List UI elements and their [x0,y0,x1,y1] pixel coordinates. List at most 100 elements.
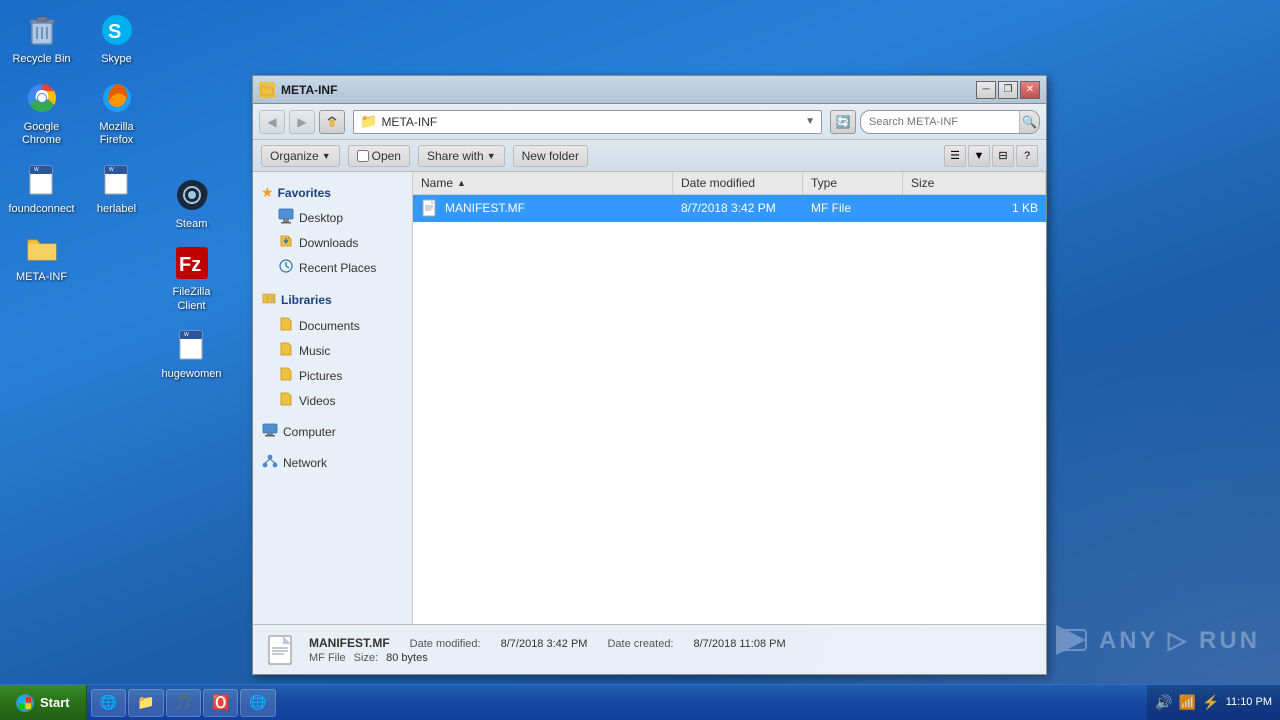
filezilla-label: FileZilla Client [158,286,225,312]
view-list-button[interactable]: ☰ [944,145,966,167]
recent-places-nav-icon [277,258,295,277]
network-nav-label: Network [283,456,327,470]
view-dropdown-button[interactable]: ▼ [968,145,990,167]
desktop-icon-skype[interactable]: S Skype [79,4,154,72]
desktop-icon-foundconnect[interactable]: W foundconnect [4,154,79,222]
start-button[interactable]: Start [0,685,87,720]
libraries-section[interactable]: Libraries [253,286,412,313]
status-info: MANIFEST.MF Date modified: 8/7/2018 3:42… [309,636,786,664]
steam-label: Steam [176,218,208,231]
firefox-label: Mozilla Firefox [83,121,150,147]
desktop-icon-firefox[interactable]: Mozilla Firefox [79,72,154,153]
status-date-created-value: 8/7/2018 11:08 PM [694,638,786,650]
column-header-date[interactable]: Date modified [673,172,803,194]
address-text: META-INF [381,115,801,129]
sidebar-item-videos[interactable]: Videos [253,388,412,413]
desktop-icon-hugewomen[interactable]: W hugewomen [154,319,229,387]
address-dropdown-arrow[interactable]: ▼ [805,116,815,127]
status-size-label: Size: [354,652,378,664]
favorites-icon: ★ [261,184,274,201]
sidebar-item-pictures[interactable]: Pictures [253,363,412,388]
favorites-section[interactable]: ★ Favorites [253,180,412,205]
help-button[interactable]: ? [1016,145,1038,167]
file-row-manifest[interactable]: MANIFEST.MF 8/7/2018 3:42 PM MF File 1 K… [413,195,1046,222]
taskbar-chrome[interactable]: 🌐 [240,689,275,717]
open-button[interactable]: Open [348,145,410,167]
desktop-icon-steam-visible[interactable]: Steam [154,169,229,237]
column-header-name[interactable]: Name ▲ [413,172,673,194]
tray-icon-1[interactable]: 🔊 [1155,694,1172,711]
share-dropdown-icon: ▼ [487,151,496,161]
hugewomen-label: hugewomen [162,368,222,381]
taskbar: Start 🌐 📁 🎵 🅾️ 🌐 🔊 📶 ⚡ 11:10 [0,684,1280,720]
herlabel-label: herlabel [97,203,136,216]
desktop-icon-filezilla[interactable]: Fz FileZilla Client [154,237,229,318]
content-area: ★ Favorites Desktop [253,172,1046,624]
documents-nav-icon [277,316,295,335]
desktop-icon-recycle-bin[interactable]: Recycle Bin [4,4,79,72]
manifest-filename: MANIFEST.MF [445,201,525,215]
new-folder-button[interactable]: New folder [513,145,588,167]
sidebar-item-downloads[interactable]: Downloads [253,230,412,255]
status-filename: MANIFEST.MF [309,636,390,650]
back-button[interactable]: ◀ [259,110,285,134]
title-bar-buttons: ─ ❐ ✕ [976,81,1040,99]
column-header-size[interactable]: Size [903,172,1046,194]
share-with-button[interactable]: Share with ▼ [418,145,505,167]
herlabel-icon: W [97,160,137,200]
status-file-icon [265,634,297,666]
restore-button[interactable]: ❐ [998,81,1018,99]
organize-button[interactable]: Organize ▼ [261,145,340,167]
up-button[interactable] [319,110,345,134]
manifest-type: MF File [803,197,903,219]
view-preview-button[interactable]: ⊟ [992,145,1014,167]
search-button[interactable]: 🔍 [1019,111,1039,133]
taskbar-opera[interactable]: 🅾️ [203,689,238,717]
open-checkbox[interactable] [357,150,369,162]
taskbar-explorer[interactable]: 📁 [128,689,163,717]
status-bar: MANIFEST.MF Date modified: 8/7/2018 3:42… [253,624,1046,674]
file-list-area: Name ▲ Date modified Type Size [413,172,1046,624]
recycle-bin-label: Recycle Bin [12,53,70,66]
desktop-icon-meta-inf[interactable]: META-INF [4,222,79,290]
taskbar-media[interactable]: 🎵 [166,689,201,717]
close-button[interactable]: ✕ [1020,81,1040,99]
sidebar-item-network[interactable]: Network [253,450,412,475]
status-size-value: 80 bytes [386,652,428,664]
sidebar-item-computer[interactable]: Computer [253,419,412,444]
action-toolbar: Organize ▼ Open Share with ▼ New folder … [253,140,1046,172]
title-bar: META-INF ─ ❐ ✕ [253,76,1046,104]
meta-inf-label: META-INF [16,271,67,284]
pictures-nav-label: Pictures [299,369,342,383]
share-with-label: Share with [427,149,484,163]
tray-icon-3[interactable]: ⚡ [1202,694,1219,711]
manifest-file-icon [421,199,439,217]
refresh-button[interactable]: 🔄 [830,110,856,134]
desktop-nav-icon [277,208,295,227]
status-date-modified-value: 8/7/2018 3:42 PM [501,638,588,650]
column-header-type[interactable]: Type [803,172,903,194]
desktop-icon-chrome[interactable]: Google Chrome [4,72,79,153]
status-type: MF File [309,652,346,664]
filezilla-icon: Fz [172,243,212,283]
pictures-nav-icon [277,366,295,385]
sidebar-item-desktop[interactable]: Desktop [253,205,412,230]
open-label: Open [372,149,401,163]
sidebar-item-recent-places[interactable]: Recent Places [253,255,412,280]
svg-text:W: W [184,332,189,338]
forward-button[interactable]: ▶ [289,110,315,134]
search-input[interactable] [861,111,1019,133]
sidebar-item-documents[interactable]: Documents [253,313,412,338]
taskbar-ie[interactable]: 🌐 [91,689,126,717]
explorer-window: META-INF ─ ❐ ✕ ◀ ▶ 📁 META-INF ▼ 🔄 [252,75,1047,675]
skype-label: Skype [101,53,132,66]
ie-icon: 🌐 [100,694,117,711]
address-bar[interactable]: 📁 META-INF ▼ [353,110,822,134]
music-nav-icon [277,341,295,360]
start-label: Start [40,695,70,710]
desktop-icon-herlabel[interactable]: W herlabel [79,154,154,222]
clock-time: 11:10 PM [1226,695,1272,710]
minimize-button[interactable]: ─ [976,81,996,99]
tray-icon-2[interactable]: 📶 [1179,694,1196,711]
sidebar-item-music[interactable]: Music [253,338,412,363]
